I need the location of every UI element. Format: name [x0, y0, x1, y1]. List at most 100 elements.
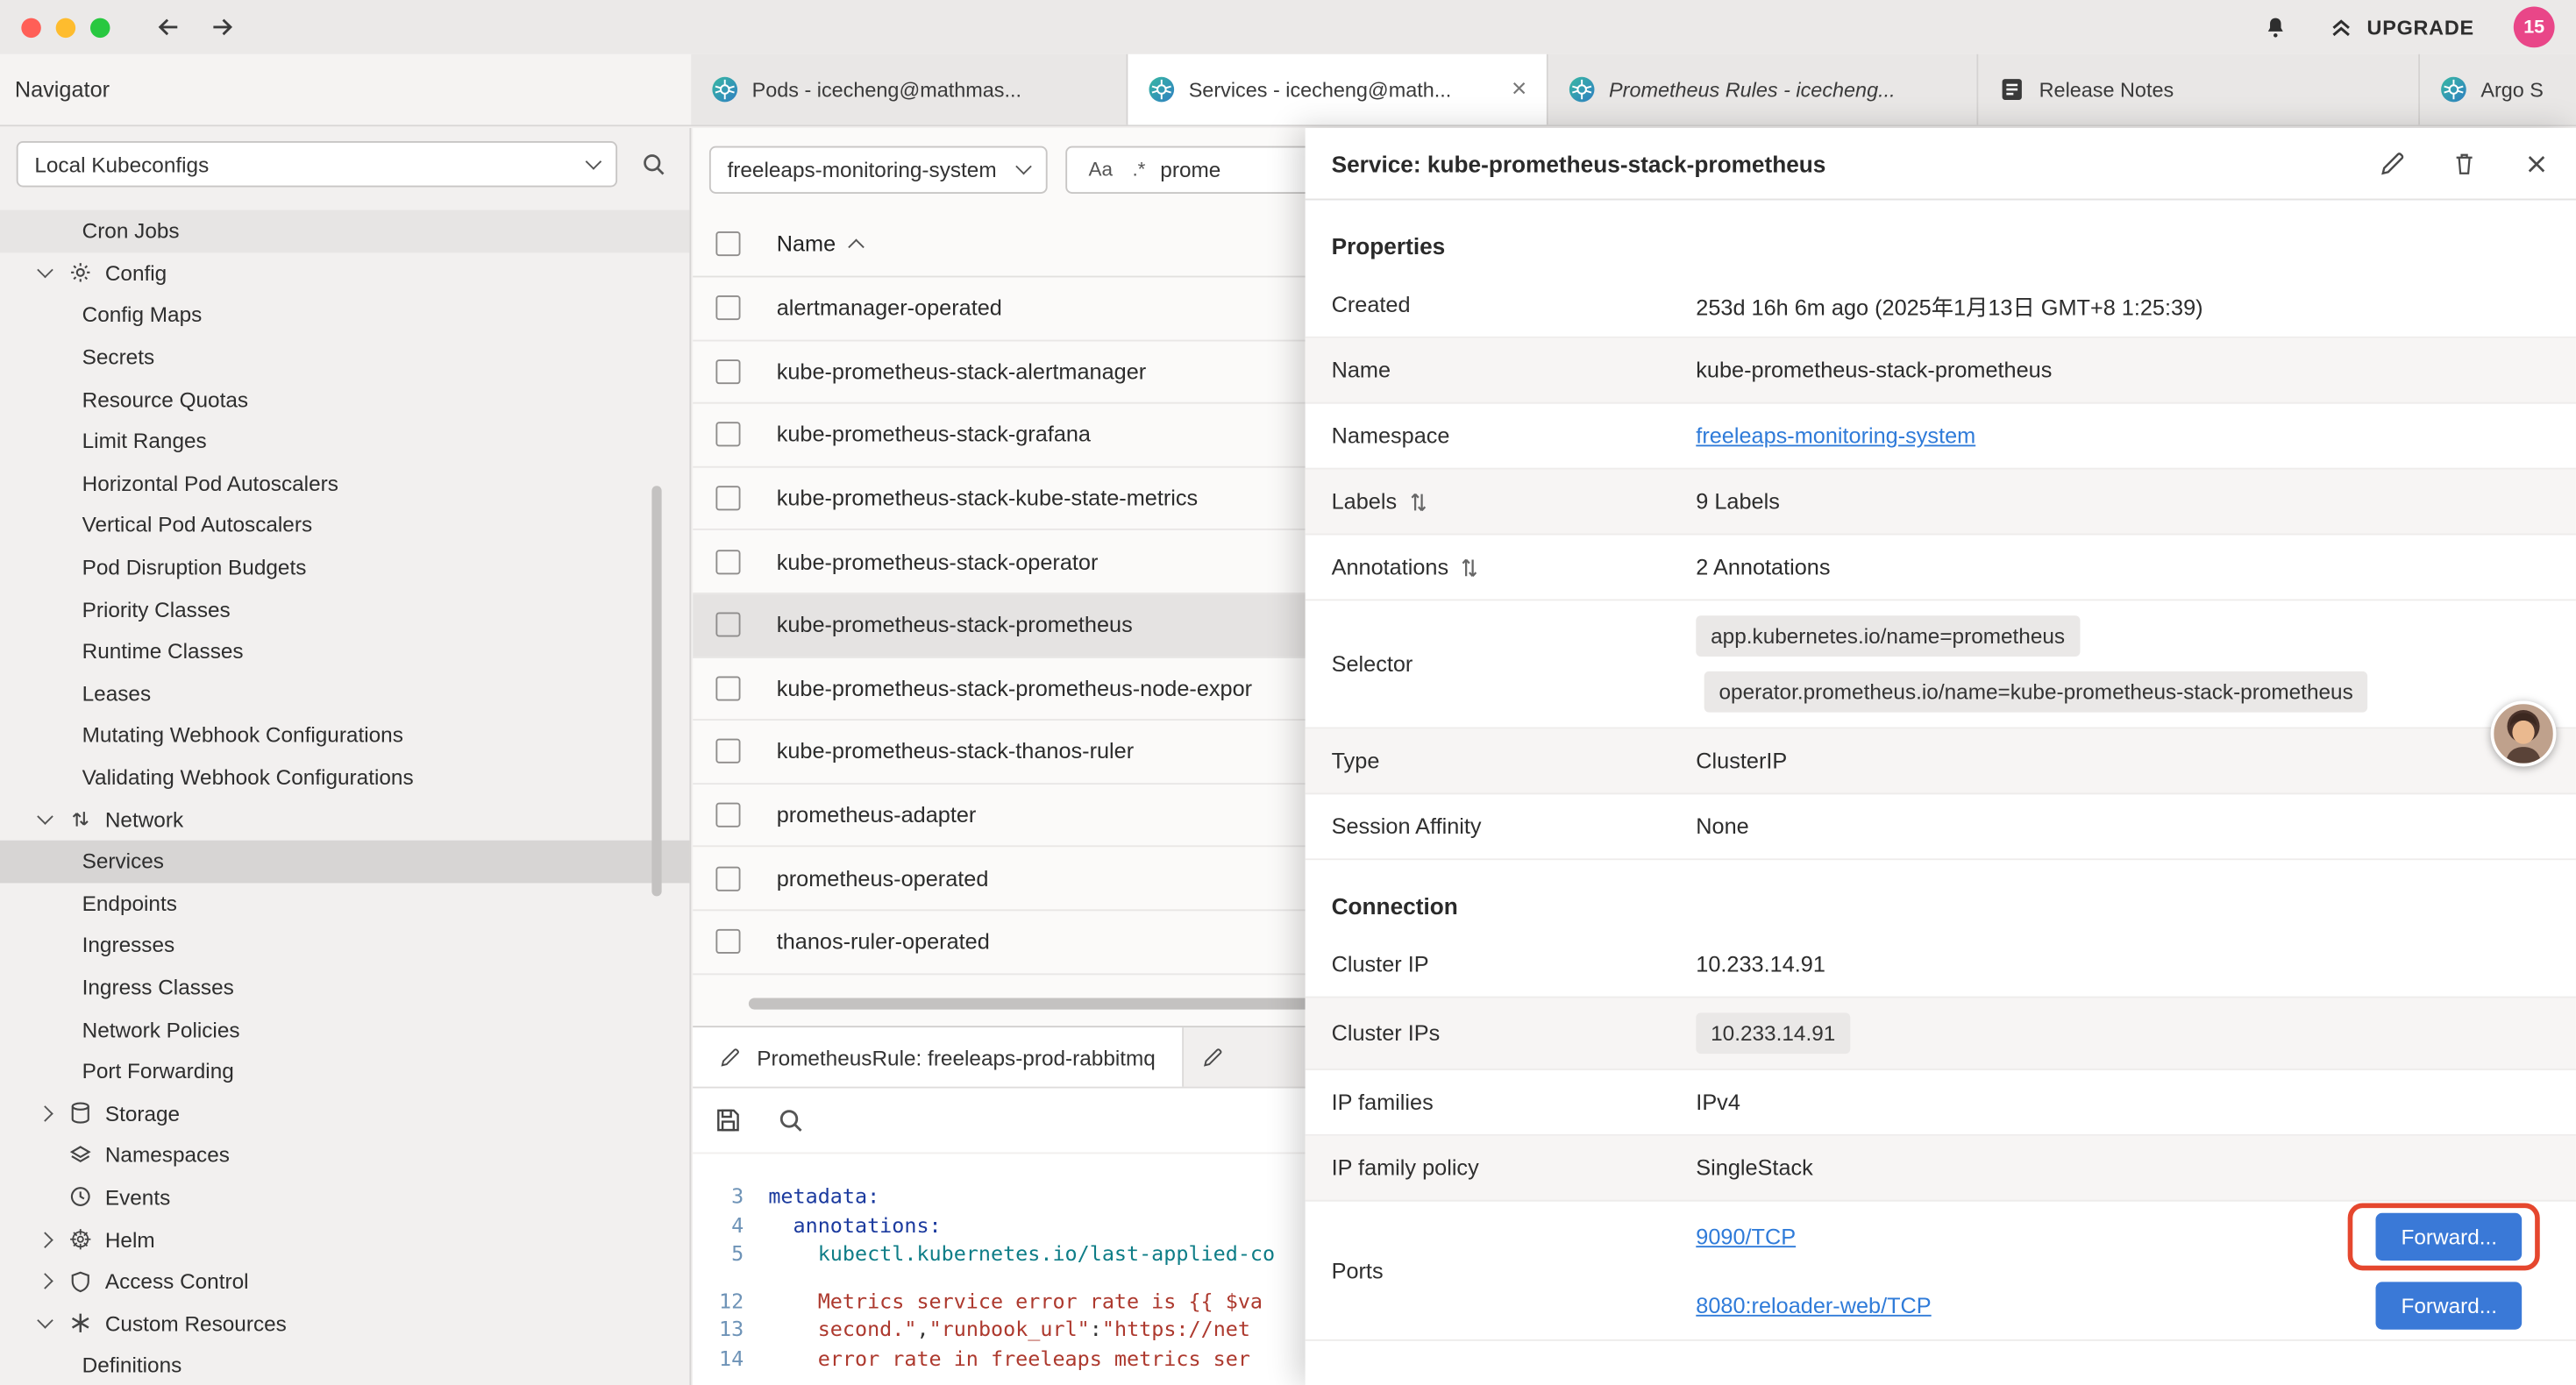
sidebar-item-config-maps[interactable]: Config Maps [0, 295, 689, 337]
window-minimize-button[interactable] [56, 18, 75, 37]
sidebar-item-helm[interactable]: Helm [0, 1218, 689, 1261]
release-notes-icon [1998, 75, 2026, 103]
sidebar-item-pod-disruption-budgets[interactable]: Pod Disruption Budgets [0, 546, 689, 588]
row-checkbox[interactable] [715, 613, 740, 637]
sidebar-item-ingress-classes[interactable]: Ingress Classes [0, 966, 689, 1008]
row-checkbox[interactable] [715, 739, 740, 764]
regex-toggle[interactable]: .* [1128, 156, 1150, 182]
port-forward-button[interactable]: Forward... [2376, 1281, 2522, 1328]
sidebar-item-label: Port Forwarding [82, 1059, 234, 1083]
sidebar-item-mutating-webhook-configurations[interactable]: Mutating Webhook Configurations [0, 714, 689, 756]
detail-value: kube-prometheus-stack-prometheus [1696, 358, 2550, 382]
detail-link-freeleaps-monitoring-system[interactable]: freeleaps-monitoring-system [1696, 423, 1975, 448]
sidebar-scrollbar[interactable] [651, 486, 661, 896]
tab-services-icecheng-math[interactable]: Services - icecheng@math...× [1128, 54, 1548, 125]
lens-app: UPGRADE 15 Navigator Pods - icecheng@mat… [0, 0, 2576, 1385]
sidebar-item-definitions[interactable]: Definitions [0, 1345, 689, 1385]
line-number: 4 [693, 1211, 768, 1239]
sidebar-item-leases[interactable]: Leases [0, 672, 689, 714]
detail-row-cluster-ip: Cluster IP10.233.14.91 [1306, 933, 2576, 998]
port-link-8080-reloader-web-tcp[interactable]: 8080:reloader-web/TCP [1696, 1293, 1931, 1318]
row-checkbox[interactable] [715, 929, 740, 954]
navigator-title: Navigator [0, 54, 691, 125]
window-zoom-button[interactable] [90, 18, 110, 37]
editor-search-icon[interactable] [777, 1106, 805, 1134]
tab-pods-icecheng-mathmas[interactable]: Pods - icecheng@mathmas... [691, 54, 1128, 125]
sidebar-item-port-forwarding[interactable]: Port Forwarding [0, 1050, 689, 1092]
kubeconfig-selector[interactable]: Local Kubeconfigs [17, 141, 617, 187]
match-case-toggle[interactable]: Aa [1084, 156, 1118, 182]
sidebar-item-limit-ranges[interactable]: Limit Ranges [0, 420, 689, 462]
detail-value: None [1696, 814, 2550, 839]
window-close-button[interactable] [21, 18, 40, 37]
sidebar-item-cron-jobs[interactable]: Cron Jobs [0, 210, 689, 252]
service-name: kube-prometheus-stack-thanos-ruler [777, 739, 1134, 764]
sidebar-item-validating-webhook-configurations[interactable]: Validating Webhook Configurations [0, 756, 689, 799]
sidebar-item-config[interactable]: Config [0, 252, 689, 295]
sidebar-item-storage[interactable]: Storage [0, 1092, 689, 1134]
sidebar-item-endpoints[interactable]: Endpoints [0, 882, 689, 924]
close-icon[interactable]: × [1512, 76, 1526, 103]
service-name: alertmanager-operated [777, 296, 1002, 321]
port-link-9090-tcp[interactable]: 9090/TCP [1696, 1224, 1796, 1248]
sidebar-item-events[interactable]: Events [0, 1176, 689, 1218]
sidebar-item-label: Cron Jobs [82, 219, 180, 244]
dock-tab-partial[interactable] [1184, 1027, 1229, 1086]
tab-release-notes[interactable]: Release Notes [1978, 54, 2420, 125]
service-name: kube-prometheus-stack-grafana [777, 423, 1091, 447]
back-arrow-icon[interactable] [154, 13, 182, 41]
detail-value: 10.233.14.91 [1696, 998, 2550, 1069]
sidebar-item-vertical-pod-autoscalers[interactable]: Vertical Pod Autoscalers [0, 504, 689, 546]
column-header-name[interactable]: Name [777, 231, 862, 255]
row-checkbox[interactable] [715, 296, 740, 321]
select-all-checkbox[interactable] [715, 231, 740, 255]
sidebar-item-custom-resources[interactable]: Custom Resources [0, 1303, 689, 1345]
sidebar-item-network[interactable]: Network [0, 799, 689, 841]
row-checkbox[interactable] [715, 359, 740, 384]
service-name: kube-prometheus-stack-alertmanager [777, 359, 1147, 384]
row-checkbox[interactable] [715, 423, 740, 447]
port-forward-button[interactable]: Forward... [2376, 1212, 2522, 1260]
close-drawer-button[interactable] [2523, 150, 2550, 176]
sidebar-item-network-policies[interactable]: Network Policies [0, 1008, 689, 1050]
service-name: thanos-ruler-operated [777, 929, 990, 954]
edit-button[interactable] [2379, 150, 2405, 176]
row-checkbox[interactable] [715, 803, 740, 827]
service-name: prometheus-adapter [777, 803, 977, 827]
sort-toggle-icon[interactable] [1410, 490, 1427, 513]
tab-prometheus-rules-icecheng[interactable]: Prometheus Rules - icecheng... [1548, 54, 1979, 125]
sidebar-item-namespaces[interactable]: Namespaces [0, 1134, 689, 1176]
row-checkbox[interactable] [715, 486, 740, 510]
sidebar-item-secrets[interactable]: Secrets [0, 336, 689, 378]
row-checkbox[interactable] [715, 676, 740, 700]
sidebar-item-access-control[interactable]: Access Control [0, 1261, 689, 1303]
row-checkbox[interactable] [715, 550, 740, 574]
upgrade-button[interactable]: UPGRADE [2328, 14, 2474, 40]
dock-tab-prometheusrule[interactable]: PrometheusRule: freeleaps-prod-rabbitmq [693, 1027, 1183, 1086]
detail-label: Ports [1332, 1258, 1697, 1282]
sidebar-item-resource-quotas[interactable]: Resource Quotas [0, 378, 689, 420]
upgrade-label: UPGRADE [2367, 16, 2474, 39]
delete-button[interactable] [2451, 150, 2478, 176]
sidebar-item-services[interactable]: Services [0, 841, 689, 883]
save-icon[interactable] [715, 1106, 743, 1134]
sort-toggle-icon[interactable] [1462, 556, 1478, 579]
search-icon[interactable] [640, 151, 666, 177]
detail-label: IP family policy [1332, 1155, 1697, 1180]
sidebar-item-horizontal-pod-autoscalers[interactable]: Horizontal Pod Autoscalers [0, 462, 689, 504]
notifications-bell-icon[interactable] [2262, 14, 2288, 40]
namespace-filter[interactable]: freeleaps-monitoring-system [709, 146, 1048, 193]
code-text: second.","runbook_url":"https://net [768, 1315, 1250, 1344]
sidebar-item-priority-classes[interactable]: Priority Classes [0, 588, 689, 630]
sidebar-item-ingresses[interactable]: Ingresses [0, 924, 689, 966]
sort-ascending-icon [848, 238, 865, 255]
notification-count-badge[interactable]: 15 [2514, 6, 2555, 47]
sidebar-item-label: Mutating Webhook Configurations [82, 723, 403, 748]
tab-argo-s[interactable]: Argo S [2420, 54, 2576, 125]
navigator-tree: Cron Jobs ConfigConfig MapsSecretsResourc… [0, 210, 689, 1385]
forward-arrow-icon[interactable] [209, 13, 237, 41]
detail-value: ClusterIP [1696, 749, 2550, 773]
user-avatar[interactable] [2491, 701, 2557, 767]
sidebar-item-runtime-classes[interactable]: Runtime Classes [0, 630, 689, 672]
row-checkbox[interactable] [715, 866, 740, 891]
